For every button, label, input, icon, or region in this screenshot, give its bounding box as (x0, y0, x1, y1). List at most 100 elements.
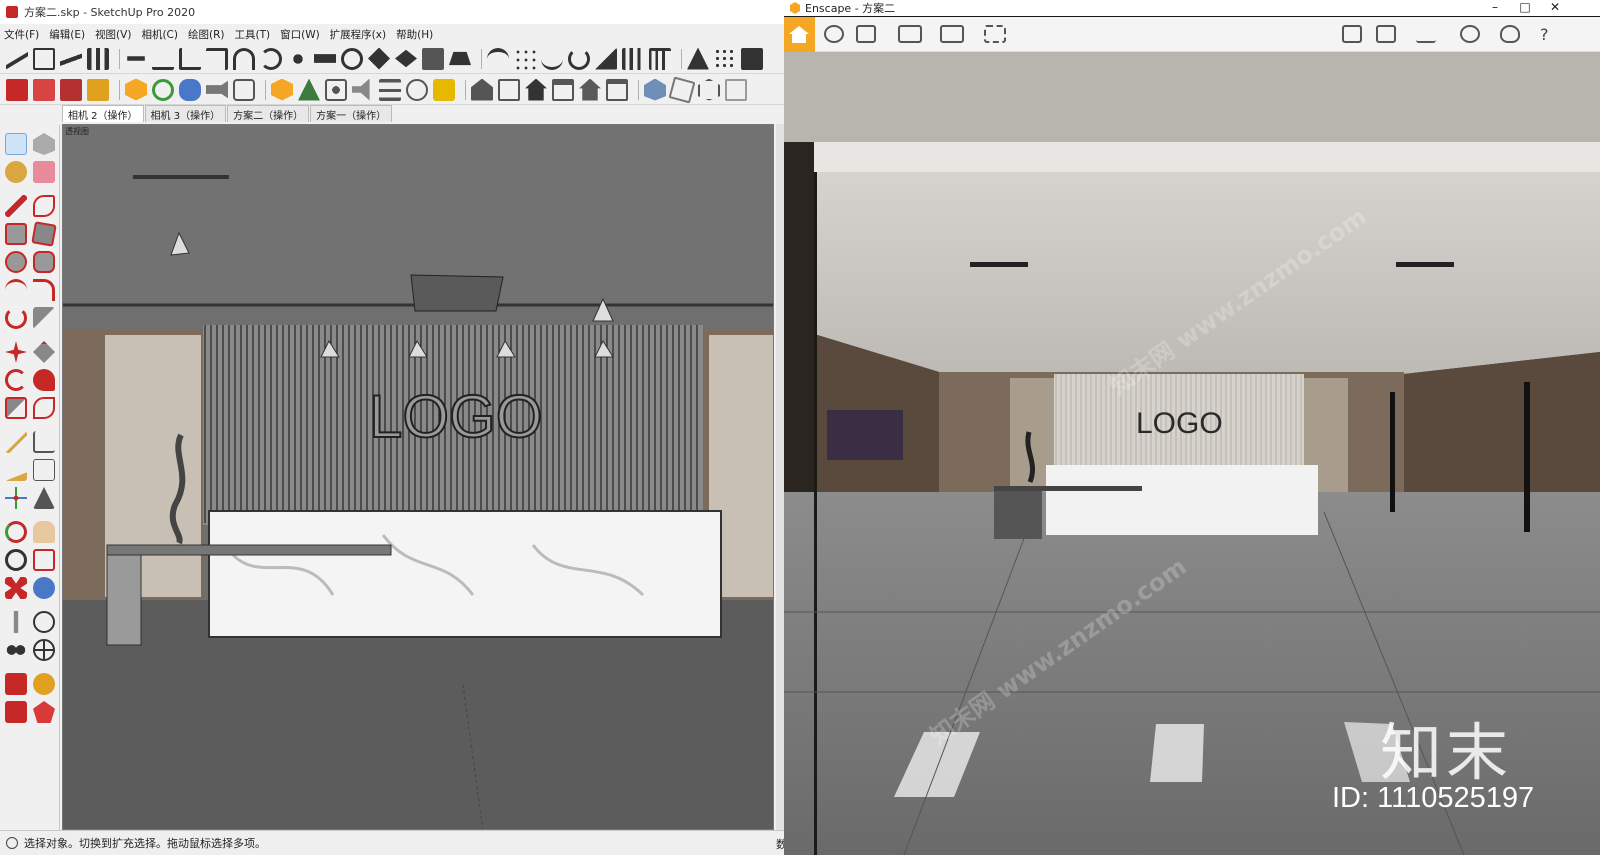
enscape-sync-icon[interactable] (152, 78, 174, 101)
minimize-icon[interactable]: – (1480, 0, 1510, 16)
slab-icon[interactable] (314, 54, 336, 63)
camera-icon[interactable] (856, 25, 876, 43)
audio-icon[interactable] (352, 78, 370, 101)
stack-icon[interactable] (395, 49, 417, 68)
curve-icon[interactable] (487, 47, 509, 70)
enscape-start-icon[interactable] (125, 78, 147, 101)
hidden-line-style-icon[interactable] (725, 78, 747, 101)
sliders-icon[interactable] (379, 78, 401, 101)
ramp-icon[interactable] (60, 47, 82, 70)
video-icon[interactable] (206, 80, 228, 99)
xray-style-icon[interactable] (668, 76, 696, 103)
3d-text-icon[interactable] (33, 487, 55, 509)
offset-icon[interactable] (33, 397, 55, 419)
polygon-icon[interactable] (33, 251, 55, 273)
back-view-icon[interactable] (579, 78, 601, 101)
menu-draw[interactable]: 绘图(R) (188, 27, 225, 42)
layers-icon[interactable] (368, 47, 390, 70)
menu-window[interactable]: 窗口(W) (280, 27, 320, 42)
iso-view-icon[interactable] (471, 78, 493, 101)
dimension-icon[interactable] (33, 431, 55, 453)
circle-tool-icon[interactable] (341, 47, 363, 70)
cube-icon[interactable] (1376, 25, 1396, 43)
node-icon[interactable] (287, 47, 309, 70)
stairs-icon[interactable] (6, 51, 28, 70)
railing-icon[interactable] (649, 47, 671, 70)
screenshot-icon[interactable] (233, 78, 255, 101)
info-icon[interactable] (433, 78, 455, 101)
rotate-tool-icon[interactable] (5, 369, 27, 391)
slope-icon[interactable] (595, 47, 617, 70)
shaded-style-icon[interactable] (644, 78, 666, 101)
pan-icon[interactable] (33, 521, 55, 543)
previous-view-icon[interactable] (33, 577, 55, 599)
line-icon[interactable] (152, 48, 174, 70)
text-tool-icon[interactable] (33, 459, 55, 481)
circle-icon[interactable] (5, 251, 27, 273)
corner-icon[interactable] (179, 47, 201, 70)
three-point-arc-icon[interactable] (5, 307, 27, 329)
sync-icon[interactable] (824, 25, 844, 43)
tab-scheme-2[interactable]: 方案二（操作） (227, 105, 310, 122)
arc-icon[interactable] (5, 279, 27, 301)
look-around-icon[interactable] (33, 611, 55, 633)
section-plane-icon[interactable] (33, 639, 55, 661)
pie-icon[interactable] (33, 307, 55, 329)
menu-edit[interactable]: 编辑(E) (49, 27, 85, 42)
feedback-icon[interactable] (406, 78, 428, 101)
close-icon[interactable]: ✕ (1540, 0, 1570, 16)
menu-view[interactable]: 视图(V) (95, 27, 131, 42)
menu-file[interactable]: 文件(F) (4, 27, 39, 42)
beam-icon[interactable] (127, 56, 145, 61)
dots-icon[interactable] (514, 47, 536, 70)
zoom-extents-icon[interactable] (5, 577, 27, 599)
sketchup-viewport[interactable]: LOGO 透视图 (62, 124, 774, 830)
menu-camera[interactable]: 相机(C) (141, 27, 178, 42)
top-view-icon[interactable] (498, 78, 520, 101)
move-icon[interactable] (5, 341, 27, 363)
make-component-icon[interactable] (33, 133, 55, 155)
atmosphere-icon[interactable] (1460, 25, 1480, 43)
roof-icon[interactable] (449, 51, 471, 66)
enscape-view-sync-icon[interactable] (179, 78, 201, 101)
video-editor-icon[interactable] (940, 25, 964, 43)
orbit-icon[interactable] (5, 521, 27, 543)
solid-icon[interactable] (741, 47, 763, 70)
ruby-package-icon[interactable] (87, 78, 109, 101)
grid-icon[interactable] (33, 47, 55, 70)
tab-camera-3[interactable]: 相机 3（操作） (144, 105, 227, 122)
ruby-gem-icon[interactable] (33, 701, 55, 723)
views-icon[interactable] (984, 25, 1006, 43)
enscape-objects-icon[interactable] (271, 78, 293, 101)
vertical-scrollbar[interactable] (776, 124, 784, 830)
position-camera-icon[interactable] (13, 611, 19, 633)
front-view-icon[interactable] (525, 78, 547, 101)
rotate-icon[interactable] (260, 47, 282, 70)
arch-icon[interactable] (233, 47, 255, 70)
wireframe-style-icon[interactable] (698, 78, 720, 101)
tape-measure-icon[interactable] (5, 431, 27, 453)
home-icon[interactable] (784, 17, 815, 52)
mirror-icon[interactable] (687, 47, 709, 70)
freehand-icon[interactable] (33, 195, 55, 217)
rectangle-icon[interactable] (5, 223, 27, 245)
tab-camera-2[interactable]: 相机 2（操作） (62, 105, 144, 122)
warehouse-icon[interactable] (33, 673, 55, 695)
scale-icon[interactable] (5, 397, 27, 419)
joint-icon[interactable] (206, 47, 228, 70)
menu-tools[interactable]: 工具(T) (234, 27, 270, 42)
enscape-render-view[interactable]: LOGO 知末网 www.znzmo.com 知末网 www.znzmo.com… (784, 52, 1600, 855)
two-point-arc-icon[interactable] (33, 279, 55, 301)
export-image-icon[interactable] (898, 25, 922, 43)
columns-icon[interactable] (622, 47, 644, 70)
maximize-icon[interactable]: □ (1510, 0, 1540, 16)
array-icon[interactable] (714, 47, 736, 70)
line-tool-icon[interactable] (5, 195, 27, 217)
menu-extensions[interactable]: 扩展程序(x) (330, 27, 386, 42)
map-icon[interactable] (1342, 25, 1362, 43)
assets-icon[interactable] (1416, 25, 1436, 43)
ruby-icon[interactable] (6, 78, 28, 101)
asset-tree-icon[interactable] (298, 78, 320, 101)
ruby-select-icon[interactable] (60, 78, 82, 101)
protractor-icon[interactable] (5, 472, 27, 481)
